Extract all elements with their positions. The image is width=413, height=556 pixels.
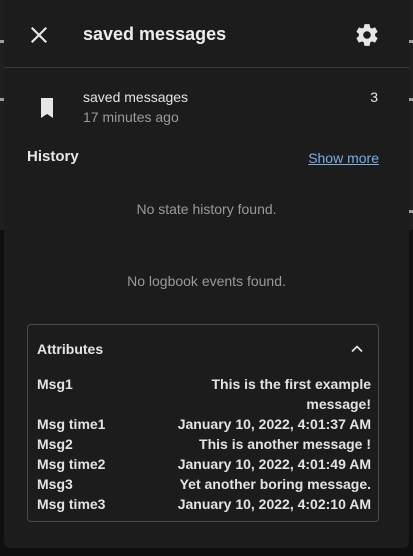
- attribute-key: Msg time2: [37, 456, 106, 472]
- attribute-row: Msg time1 January 10, 2022, 4:01:37 AM: [37, 414, 371, 434]
- attribute-key: Msg3: [37, 476, 73, 492]
- entity-last-changed: 17 minutes ago: [83, 109, 179, 125]
- more-info-dialog: saved messages saved messages 17 minutes…: [4, 0, 409, 548]
- settings-button[interactable]: [354, 22, 380, 48]
- attributes-table: Msg1 This is the first example message! …: [37, 374, 371, 514]
- entity-state: 3: [370, 89, 378, 105]
- attribute-value: This is another message !: [199, 436, 371, 452]
- no-history-message: No state history found.: [136, 201, 277, 217]
- dialog-header: saved messages: [4, 0, 409, 68]
- attributes-toggle[interactable]: Attributes: [28, 325, 378, 371]
- attribute-row: Msg3 Yet another boring message.: [37, 474, 371, 494]
- chevron-up-icon: [351, 345, 363, 353]
- backdrop-mark: [409, 98, 413, 101]
- entity-name: saved messages: [83, 89, 189, 105]
- attribute-key: Msg1: [37, 376, 73, 392]
- gear-icon: [356, 24, 378, 46]
- attribute-key: Msg time3: [37, 496, 106, 512]
- attribute-key: Msg2: [37, 436, 73, 452]
- close-icon: [30, 26, 48, 44]
- backdrop-mark: [409, 210, 413, 213]
- attribute-value: Yet another boring message.: [179, 476, 371, 492]
- attributes-panel: Attributes Msg1 This is the first exampl…: [27, 324, 379, 522]
- no-logbook-message: No logbook events found.: [127, 273, 286, 289]
- attribute-row: Msg time2 January 10, 2022, 4:01:49 AM: [37, 454, 371, 474]
- attribute-row: Msg2 This is another message !: [37, 434, 371, 454]
- attribute-value: January 10, 2022, 4:01:37 AM: [177, 416, 371, 432]
- attributes-heading: Attributes: [37, 341, 104, 357]
- attribute-row: Msg1 This is the first example message!: [37, 374, 371, 414]
- dialog-title: saved messages: [83, 24, 227, 44]
- entity-row[interactable]: saved messages 17 minutes ago 3: [4, 82, 409, 132]
- attribute-value: January 10, 2022, 4:01:49 AM: [177, 456, 371, 472]
- history-heading: History: [27, 148, 79, 165]
- show-more-link[interactable]: Show more: [308, 150, 379, 166]
- attribute-row: Msg time3 January 10, 2022, 4:02:10 AM: [37, 494, 371, 514]
- bookmark-icon: [41, 98, 53, 118]
- attribute-value: This is the first example message!: [211, 376, 372, 412]
- attribute-key: Msg time1: [37, 416, 106, 432]
- backdrop-right: [409, 0, 413, 230]
- backdrop-mark: [409, 40, 413, 43]
- attribute-value: January 10, 2022, 4:02:10 AM: [177, 496, 371, 512]
- close-button[interactable]: [26, 22, 52, 48]
